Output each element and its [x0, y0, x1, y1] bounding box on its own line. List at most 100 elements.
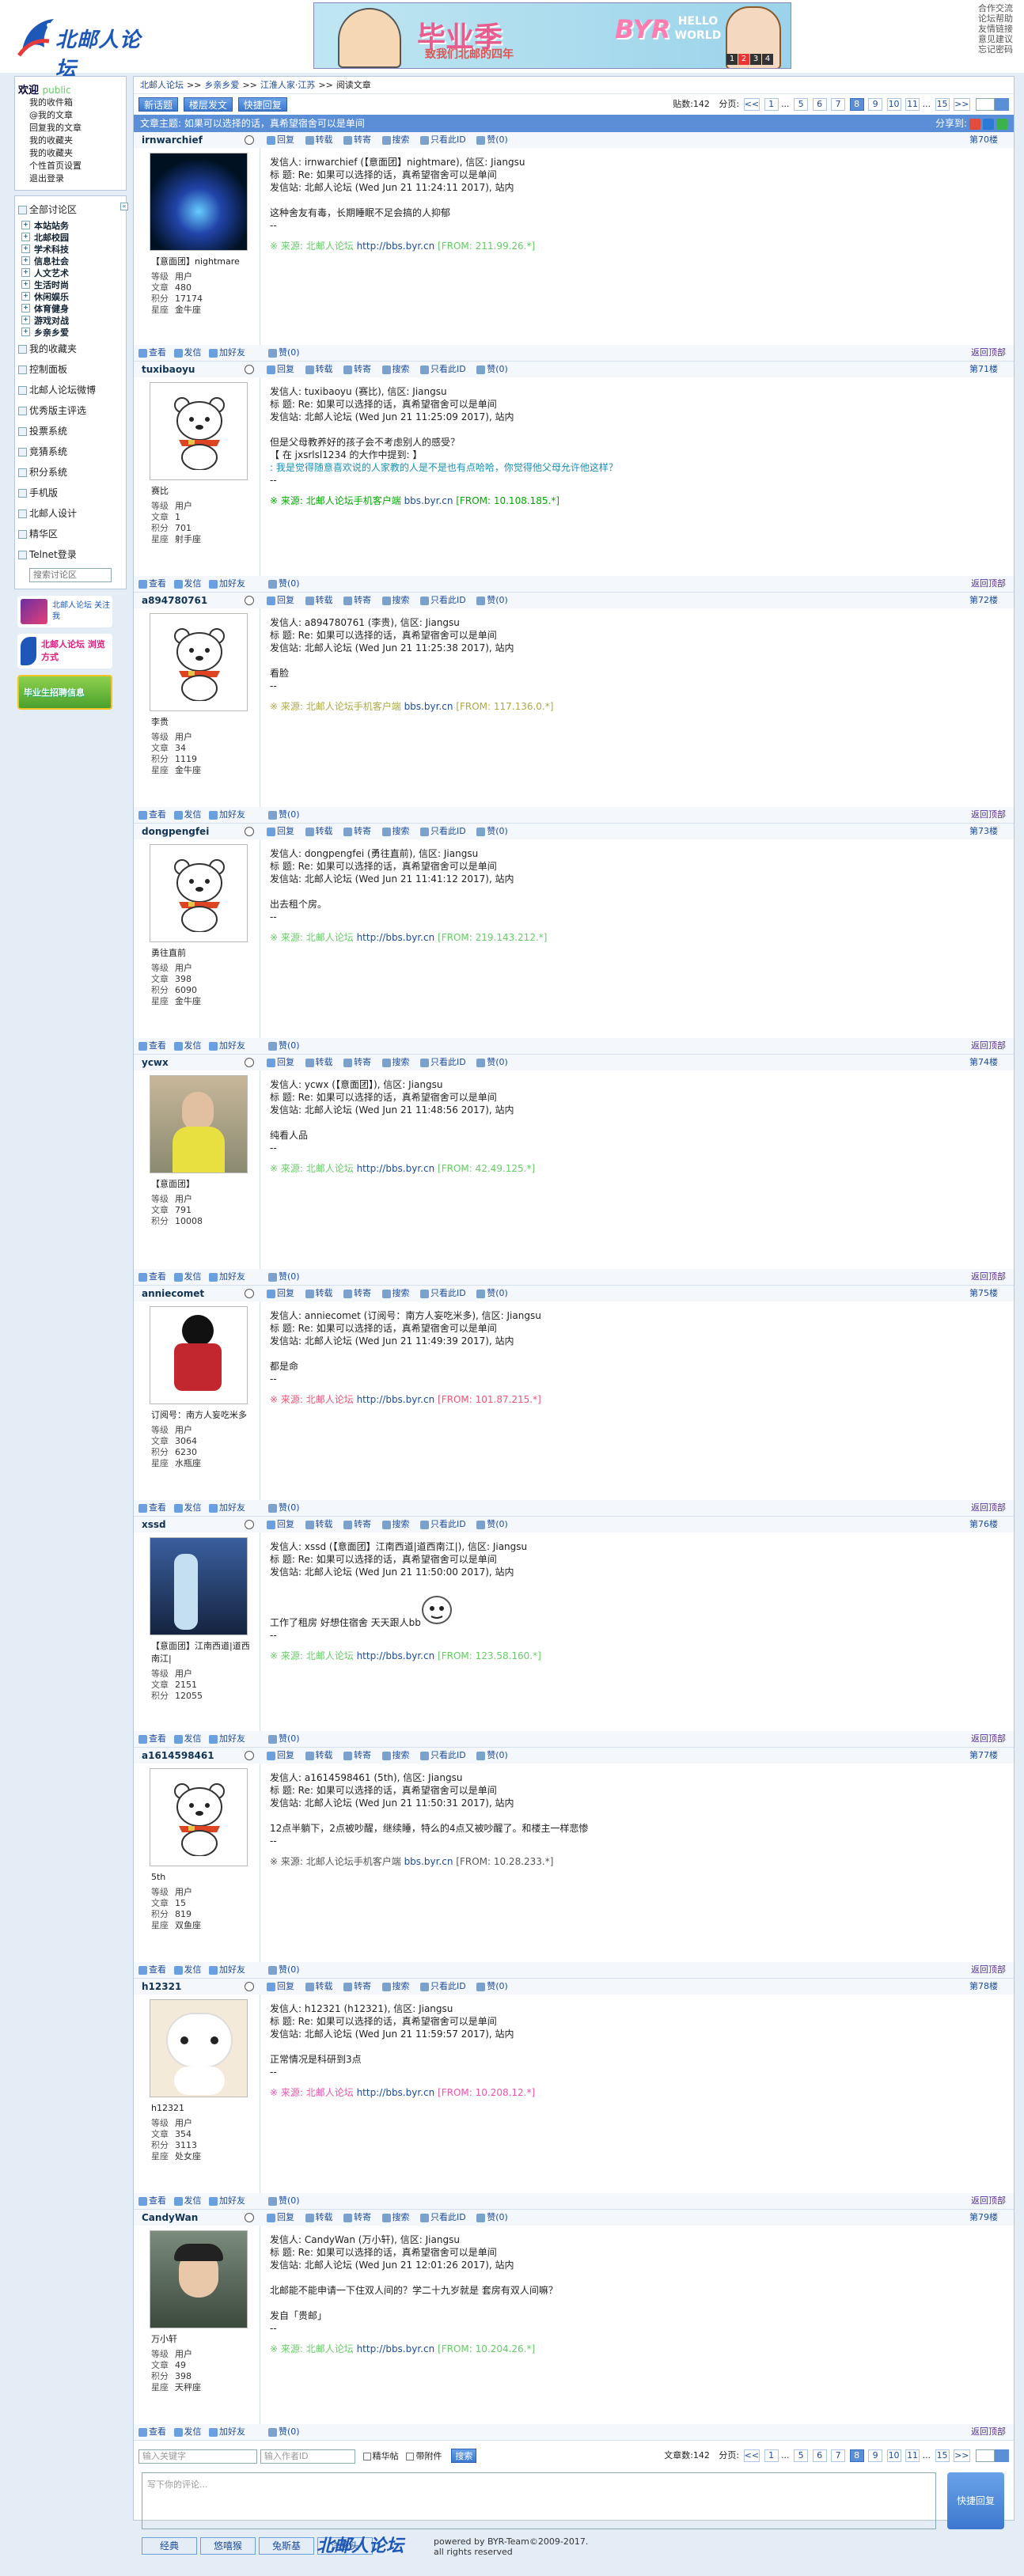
like-action[interactable]: 赞(0) — [268, 809, 300, 820]
user-id-link[interactable]: irnwarchief — [142, 134, 203, 146]
nav-weibo[interactable]: 北邮人论坛微博 — [18, 380, 123, 400]
view-user-action[interactable]: 查看 — [138, 2195, 166, 2206]
site-logo[interactable]: 北邮人论坛 — [14, 13, 158, 81]
user-id-link[interactable]: anniecomet — [142, 1288, 204, 1299]
nav-mobile[interactable]: 手机版 — [18, 483, 123, 503]
back-to-top-link[interactable]: 返回顶部 — [971, 1038, 1006, 1054]
back-to-top-link[interactable]: 返回顶部 — [971, 1731, 1006, 1747]
pager-page[interactable]: 6 — [812, 2449, 827, 2462]
pager-page[interactable]: 7 — [831, 2449, 846, 2462]
crumb-section[interactable]: 乡亲乡爱 — [204, 80, 239, 90]
add-friend-action[interactable]: 加好友 — [209, 1271, 245, 1282]
like-action[interactable]: 赞(0) — [476, 1981, 508, 1991]
reply-action[interactable]: 回复 — [267, 1981, 294, 1991]
search-action[interactable]: 搜索 — [381, 1288, 410, 1298]
user-id-link[interactable]: a1614598461 — [142, 1750, 214, 1761]
nav-section[interactable]: 信息社会 — [18, 256, 123, 267]
like-action[interactable]: 赞(0) — [268, 1271, 300, 1282]
user-id-link[interactable]: h12321 — [142, 1981, 181, 1992]
forward-action[interactable]: 转寄 — [343, 134, 371, 145]
only-this-id-action[interactable]: 只看此ID — [420, 1519, 466, 1529]
like-action[interactable]: 赞(0) — [268, 1040, 300, 1051]
pager-page[interactable]: 15 — [935, 98, 950, 111]
user-id-link[interactable]: tuxibaoyu — [142, 364, 195, 375]
send-mail-action[interactable]: 发信 — [173, 1271, 202, 1282]
author-search-input[interactable]: 输入作者ID — [260, 2449, 355, 2464]
view-user-action[interactable]: 查看 — [138, 1271, 166, 1282]
post-in-thread-button[interactable]: 楼层发文 — [183, 97, 233, 112]
like-action[interactable]: 赞(0) — [476, 1057, 508, 1067]
share-renren-icon[interactable] — [983, 118, 994, 130]
link-logout[interactable]: 退出登录 — [18, 172, 123, 185]
like-action[interactable]: 赞(0) — [476, 826, 508, 836]
keyword-search-input[interactable]: 输入关键字 — [138, 2449, 257, 2464]
reply-action[interactable]: 回复 — [267, 2212, 294, 2222]
link-favorites[interactable]: 我的收藏夹 — [18, 134, 123, 147]
pager-page[interactable]: 9 — [868, 2449, 883, 2462]
avatar[interactable] — [150, 1999, 248, 2097]
view-user-action[interactable]: 查看 — [138, 2426, 166, 2437]
avatar[interactable] — [150, 1768, 248, 1866]
pager-page[interactable]: 10 — [886, 2449, 901, 2462]
floor-number[interactable]: 第71楼 — [969, 362, 998, 377]
forward-action[interactable]: 转寄 — [343, 1981, 371, 1991]
like-action[interactable]: 赞(0) — [268, 578, 300, 589]
nav-section[interactable]: 游戏对战 — [18, 315, 123, 327]
send-mail-action[interactable]: 发信 — [173, 347, 202, 358]
repost-action[interactable]: 转载 — [305, 1057, 333, 1067]
back-to-top-link[interactable]: 返回顶部 — [971, 807, 1006, 823]
banner-page[interactable]: 2 — [738, 54, 749, 65]
like-action[interactable]: 赞(0) — [268, 2426, 300, 2437]
banner-page[interactable]: 4 — [762, 54, 773, 65]
link-at-me[interactable]: @我的文章 — [18, 109, 123, 122]
crumb-home[interactable]: 北邮人论坛 — [140, 80, 184, 90]
search-action[interactable]: 搜索 — [381, 134, 410, 145]
pager-page[interactable]: 6 — [812, 98, 827, 111]
search-action[interactable]: 搜索 — [381, 2212, 410, 2222]
only-this-id-action[interactable]: 只看此ID — [420, 1750, 466, 1760]
add-friend-action[interactable]: 加好友 — [209, 347, 245, 358]
reply-action[interactable]: 回复 — [267, 1519, 294, 1529]
banner-page[interactable]: 1 — [726, 54, 738, 65]
like-action[interactable]: 赞(0) — [268, 1502, 300, 1513]
reply-action[interactable]: 回复 — [267, 1057, 294, 1067]
floor-number[interactable]: 第77楼 — [969, 1748, 998, 1763]
view-user-action[interactable]: 查看 — [138, 578, 166, 589]
link-forgot-password[interactable]: 忘记密码 — [978, 44, 1013, 55]
forward-action[interactable]: 转寄 — [343, 364, 371, 374]
footer-logo[interactable]: 北邮人论坛 — [317, 2532, 404, 2557]
view-user-action[interactable]: 查看 — [138, 1733, 166, 1744]
pager-page[interactable]: 5 — [794, 2449, 809, 2462]
reply-action[interactable]: 回复 — [267, 1750, 294, 1760]
search-action[interactable]: 搜索 — [381, 826, 410, 836]
promo-browse[interactable]: 北邮人论坛 浏览方式 — [17, 634, 112, 669]
forward-action[interactable]: 转寄 — [343, 1288, 371, 1298]
only-this-id-action[interactable]: 只看此ID — [420, 1288, 466, 1298]
digest-checkbox[interactable] — [362, 2452, 371, 2460]
view-user-action[interactable]: 查看 — [138, 1502, 166, 1513]
floor-number[interactable]: 第79楼 — [969, 2210, 998, 2226]
avatar[interactable] — [150, 382, 248, 480]
avatar[interactable] — [150, 1306, 248, 1404]
back-to-top-link[interactable]: 返回顶部 — [971, 345, 1006, 361]
nav-section[interactable]: 乡亲乡爱 — [18, 327, 123, 339]
pager-page[interactable]: 11 — [905, 98, 920, 111]
reply-action[interactable]: 回复 — [267, 134, 294, 145]
source-link[interactable]: bbs.byr.cn — [404, 495, 453, 506]
crumb-board[interactable]: 江淮人家·江苏 — [260, 80, 316, 90]
avatar[interactable] — [150, 613, 248, 711]
repost-action[interactable]: 转载 — [305, 826, 333, 836]
attachment-checkbox[interactable] — [406, 2452, 415, 2460]
repost-action[interactable]: 转载 — [305, 1519, 333, 1529]
nav-moderator-vote[interactable]: 优秀版主评选 — [18, 400, 123, 421]
back-to-top-link[interactable]: 返回顶部 — [971, 576, 1006, 592]
nav-section[interactable]: 学术科技 — [18, 244, 123, 256]
send-mail-action[interactable]: 发信 — [173, 809, 202, 820]
search-action[interactable]: 搜索 — [381, 1981, 410, 1991]
forward-action[interactable]: 转寄 — [343, 1519, 371, 1529]
source-link[interactable]: http://bbs.byr.cn — [357, 1394, 435, 1405]
send-mail-action[interactable]: 发信 — [173, 1964, 202, 1975]
nav-guess-system[interactable]: 竞猜系统 — [18, 441, 123, 462]
link-inbox[interactable]: 我的收件箱 — [18, 97, 123, 109]
like-action[interactable]: 赞(0) — [476, 1519, 508, 1529]
